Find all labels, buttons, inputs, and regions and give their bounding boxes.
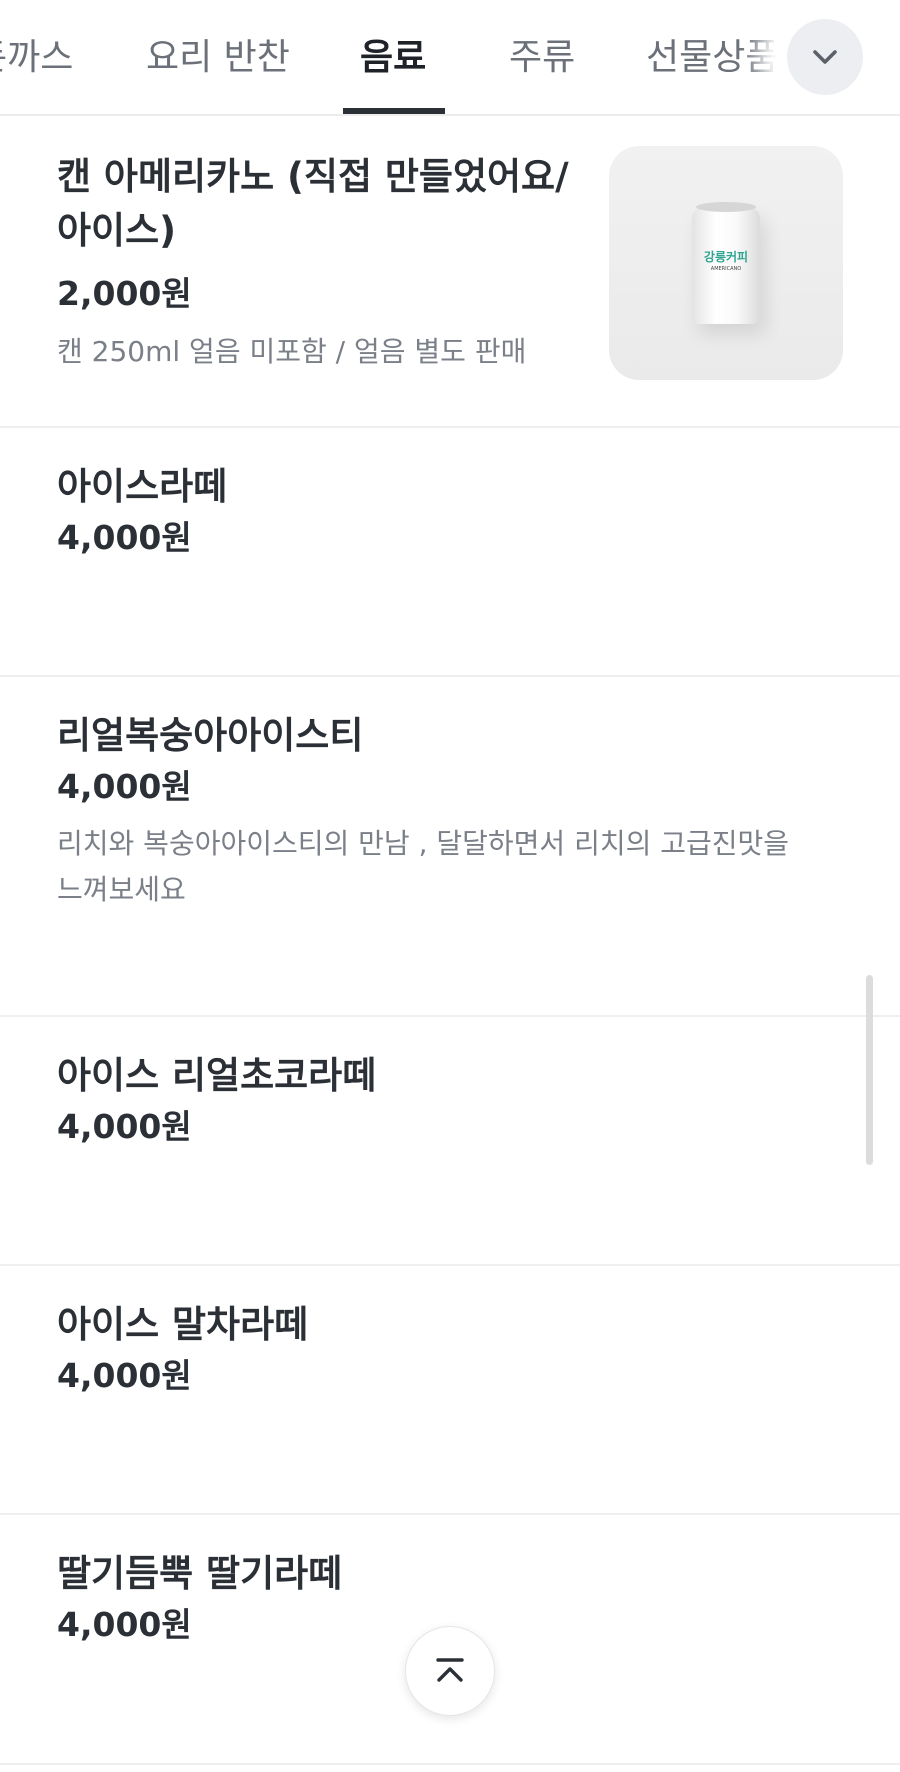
coffee-can-illustration: 강릉커피 AMERICANO	[692, 202, 760, 324]
menu-item-peach-iced-tea[interactable]: 리얼복숭아아이스티 4,000원 리치와 복숭아아이스티의 만남 , 달달하면서…	[0, 677, 900, 1017]
menu-item-price: 4,000원	[57, 1605, 192, 1644]
menu-item-name: 아이스 말차라떼	[57, 1303, 309, 1346]
tab-beverages[interactable]: 음료	[360, 28, 426, 80]
menu-list: 캔 아메리카노 (직접 만들었어요/ 아이스) 2,000원 캔 250ml 얼…	[0, 116, 900, 1765]
expand-tabs-button[interactable]	[787, 19, 863, 95]
menu-item-iced-choco-latte[interactable]: 아이스 리얼초코라떼 4,000원	[0, 1017, 900, 1266]
tab-liquor[interactable]: 주류	[509, 28, 575, 80]
menu-item-name: 캔 아메리카노 (직접 만들었어요/ 아이스)	[57, 155, 569, 252]
menu-item-name: 리얼복숭아아이스티	[57, 714, 364, 757]
menu-item-name: 아이스 리얼초코라떼	[57, 1054, 377, 1097]
can-label-text: AMERICANO	[710, 266, 742, 272]
menu-item-price: 4,000원	[57, 767, 192, 806]
menu-item-can-americano[interactable]: 캔 아메리카노 (직접 만들었어요/ 아이스) 2,000원 캔 250ml 얼…	[0, 116, 900, 428]
tab-side-dishes[interactable]: 요리 반찬	[146, 28, 290, 80]
menu-item-iced-matcha-latte[interactable]: 아이스 말차라떼 4,000원	[0, 1266, 900, 1515]
menu-item-name: 딸기듬뿍 딸기라떼	[57, 1552, 343, 1595]
menu-item-price: 4,000원	[57, 1356, 192, 1395]
chevron-up-icon	[436, 1658, 464, 1682]
chevron-down-icon	[813, 50, 837, 64]
scroll-to-top-button[interactable]	[405, 1626, 495, 1716]
menu-item-description: 캔 250ml 얼음 미포함 / 얼음 별도 판매	[57, 335, 527, 368]
menu-item-price: 4,000원	[57, 1107, 192, 1146]
menu-item-image: 강릉커피 AMERICANO	[609, 146, 843, 380]
menu-item-price: 4,000원	[57, 518, 192, 557]
category-tab-bar: 돈까스 요리 반찬 음료 주류 선물상품	[0, 0, 900, 116]
menu-item-description: 리치와 복숭아아이스티의 만남 , 달달하면서 리치의 고급진맛을 느껴보세요	[57, 827, 790, 906]
tab-tonkatsu[interactable]: 돈까스	[0, 28, 73, 80]
menu-item-price: 2,000원	[57, 274, 192, 313]
active-tab-indicator	[343, 108, 445, 114]
menu-item-name: 아이스라떼	[57, 465, 228, 508]
scrollbar[interactable]	[866, 975, 873, 1165]
can-brand-text: 강릉커피	[703, 250, 749, 264]
menu-item-iced-latte[interactable]: 아이스라떼 4,000원	[0, 428, 900, 677]
tab-gift-products[interactable]: 선물상품	[646, 28, 778, 80]
